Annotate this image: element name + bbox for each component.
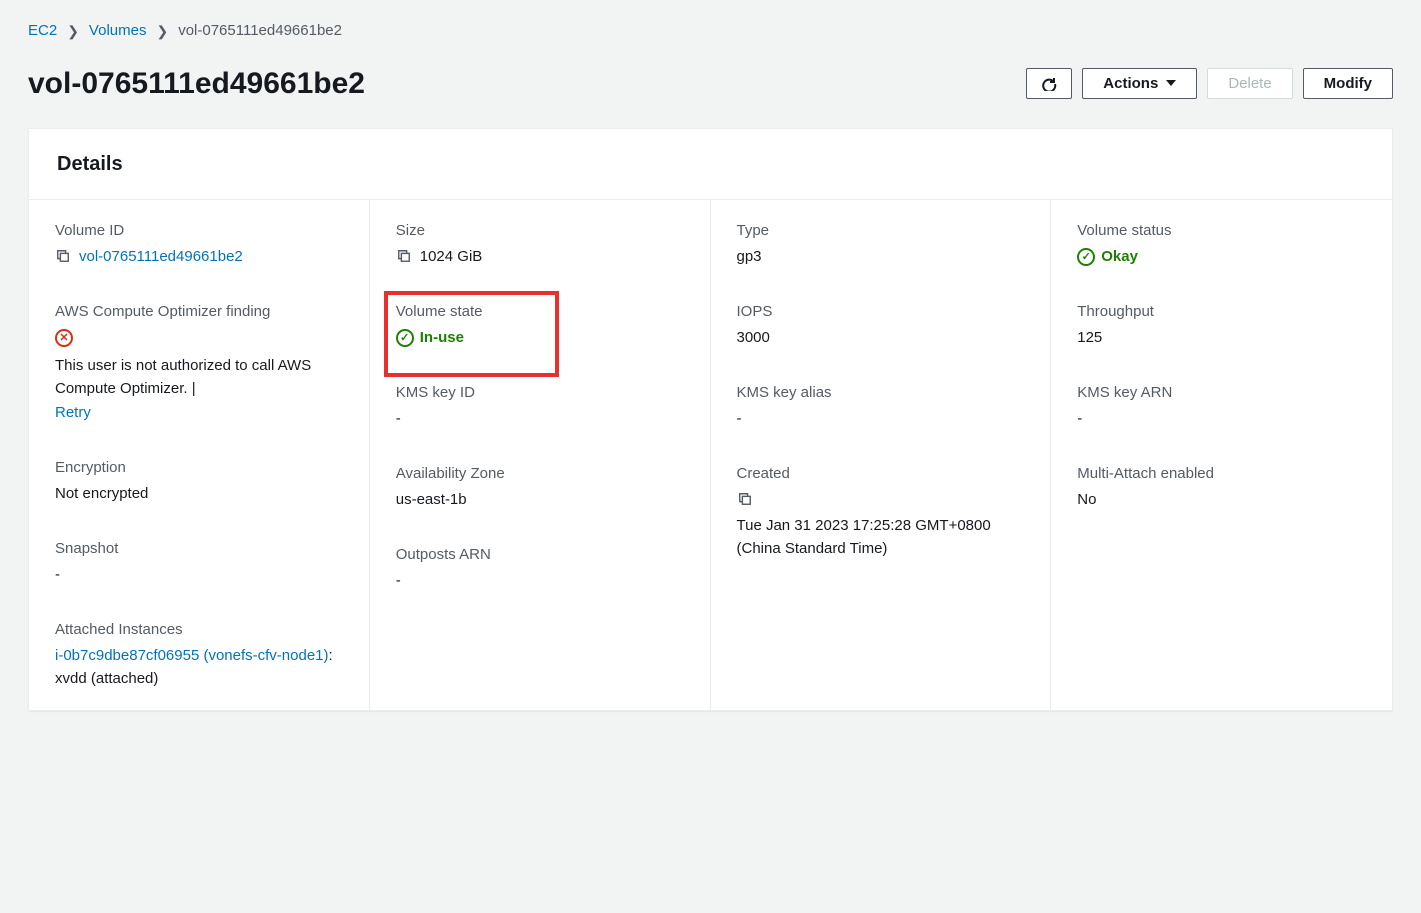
- field-snapshot: Snapshot -: [55, 538, 343, 587]
- type-value: gp3: [737, 246, 1025, 269]
- breadcrumb-volumes[interactable]: Volumes: [89, 20, 147, 43]
- copy-icon[interactable]: [55, 248, 71, 264]
- field-attached-instances: Attached Instances i-0b7c9dbe87cf06955 (…: [55, 619, 343, 691]
- iops-value: 3000: [737, 327, 1025, 350]
- details-panel: Details Volume ID vol-0765111ed49661be2 …: [28, 128, 1393, 712]
- created-value: Tue Jan 31 2023 17:25:28 GMT+0800 (China…: [737, 515, 1025, 560]
- field-volume-status: Volume status ✓ Okay: [1077, 220, 1366, 269]
- breadcrumb: EC2 ❯ Volumes ❯ vol-0765111ed49661be2: [28, 20, 1393, 43]
- state-value: In-use: [420, 327, 464, 350]
- field-optimizer: AWS Compute Optimizer finding ✕ This use…: [55, 301, 343, 425]
- retry-link[interactable]: Retry: [55, 402, 343, 425]
- breadcrumb-ec2[interactable]: EC2: [28, 20, 57, 43]
- modify-button[interactable]: Modify: [1303, 68, 1393, 99]
- field-throughput: Throughput 125: [1077, 301, 1366, 350]
- copy-icon[interactable]: [396, 248, 412, 264]
- encryption-value: Not encrypted: [55, 483, 343, 506]
- attached-instance-link[interactable]: i-0b7c9dbe87cf06955 (vonefs-cfv-node1): [55, 647, 329, 664]
- field-iops: IOPS 3000: [737, 301, 1025, 350]
- refresh-icon: [1041, 75, 1057, 91]
- volume-id-link[interactable]: vol-0765111ed49661be2: [79, 246, 243, 269]
- size-value: 1024 GiB: [420, 246, 483, 269]
- error-icon: ✕: [55, 329, 73, 347]
- field-availability-zone: Availability Zone us-east-1b: [396, 463, 684, 512]
- field-size: Size 1024 GiB: [396, 220, 684, 269]
- optimizer-error: This user is not authorized to call AWS …: [55, 357, 311, 397]
- kms-arn-value: -: [1077, 408, 1366, 431]
- az-value: us-east-1b: [396, 489, 684, 512]
- field-kms-key-id: KMS key ID -: [396, 382, 684, 431]
- field-multi-attach: Multi-Attach enabled No: [1077, 463, 1366, 512]
- chevron-right-icon: ❯: [156, 21, 168, 42]
- page-title: vol-0765111ed49661be2: [28, 61, 365, 106]
- field-volume-state: Volume state ✓ In-use: [396, 301, 684, 350]
- caret-down-icon: [1166, 80, 1176, 86]
- field-encryption: Encryption Not encrypted: [55, 457, 343, 506]
- copy-icon[interactable]: [737, 491, 753, 507]
- actions-label: Actions: [1103, 75, 1158, 92]
- check-circle-icon: ✓: [396, 329, 414, 347]
- field-volume-id: Volume ID vol-0765111ed49661be2: [55, 220, 343, 269]
- field-outposts-arn: Outposts ARN -: [396, 544, 684, 593]
- outposts-value: -: [396, 570, 684, 593]
- status-value: Okay: [1101, 246, 1138, 269]
- panel-title: Details: [29, 129, 1392, 200]
- actions-button[interactable]: Actions: [1082, 68, 1197, 99]
- throughput-value: 125: [1077, 327, 1366, 350]
- field-kms-key-arn: KMS key ARN -: [1077, 382, 1366, 431]
- multi-attach-value: No: [1077, 489, 1366, 512]
- kms-alias-value: -: [737, 408, 1025, 431]
- chevron-right-icon: ❯: [67, 21, 79, 42]
- field-type: Type gp3: [737, 220, 1025, 269]
- check-circle-icon: ✓: [1077, 248, 1095, 266]
- delete-button: Delete: [1207, 68, 1292, 99]
- snapshot-value: -: [55, 564, 343, 587]
- field-created: Created Tue Jan 31 2023 17:25:28 GMT+080…: [737, 463, 1025, 561]
- kms-id-value: -: [396, 408, 684, 431]
- action-buttons: Actions Delete Modify: [1026, 68, 1393, 99]
- breadcrumb-current: vol-0765111ed49661be2: [178, 20, 342, 43]
- field-kms-key-alias: KMS key alias -: [737, 382, 1025, 431]
- refresh-button[interactable]: [1026, 68, 1072, 99]
